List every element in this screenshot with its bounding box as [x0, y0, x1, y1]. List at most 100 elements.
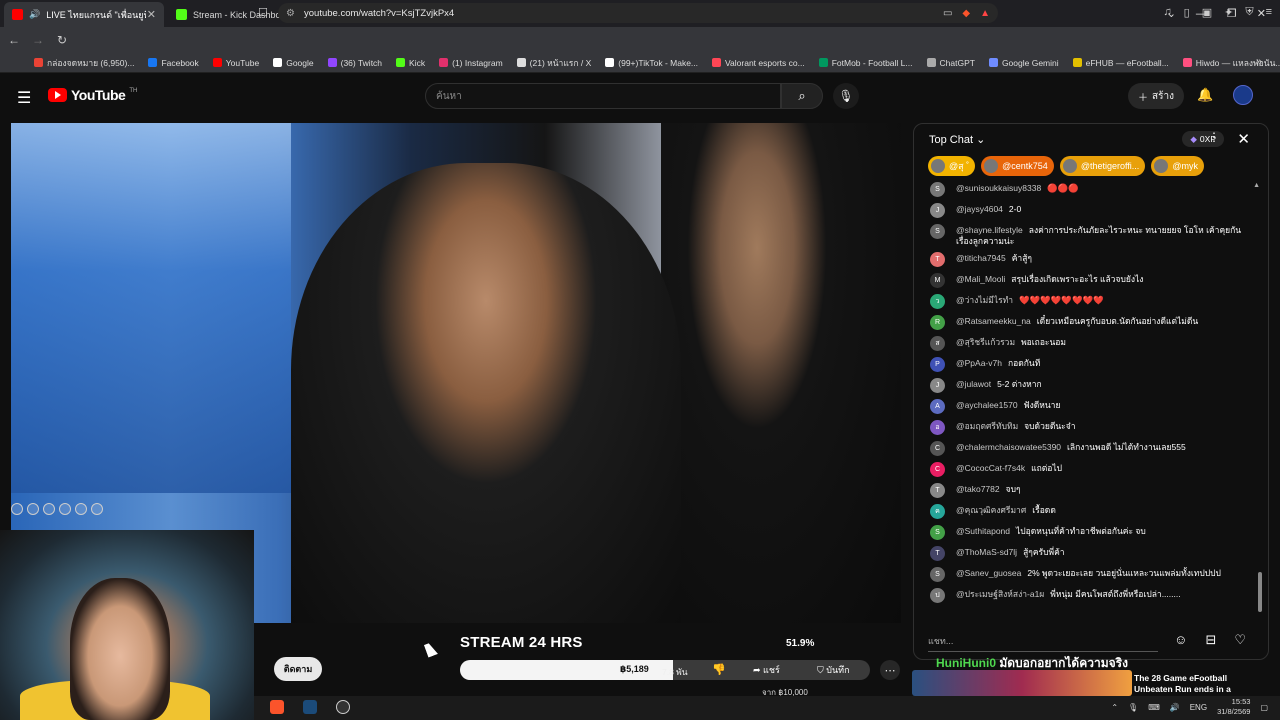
brave-taskbar-icon[interactable]	[270, 700, 284, 714]
recommended-thumbnail[interactable]	[912, 670, 1132, 696]
chat-avatar[interactable]: C	[930, 462, 945, 477]
chat-avatar[interactable]: S	[930, 224, 945, 239]
chat-avatar[interactable]: ป	[930, 588, 945, 603]
voice-search-button[interactable]: 🎙	[833, 83, 859, 109]
chat-avatar[interactable]: S	[930, 525, 945, 540]
chat-avatar[interactable]: T	[930, 546, 945, 561]
chat-avatar[interactable]: ค	[930, 504, 945, 519]
like-count[interactable]: 7.8 พัน	[662, 665, 688, 679]
speaker-icon[interactable]: 🔊	[29, 9, 40, 20]
super-chat-ticker[interactable]: @thetigeroffi...	[1059, 156, 1146, 176]
chat-author[interactable]: @sunisoukkaisuy8338	[956, 183, 1041, 193]
chat-message[interactable]: C @chalermchaisowatee5390 เลิกงานพอดี ไม่ไ…	[914, 439, 1268, 460]
menu-icon[interactable]: ≡	[1266, 6, 1272, 19]
chat-message[interactable]: J @jaysy4604 2-0	[914, 201, 1268, 222]
chat-message[interactable]: อ @อมฤตศรีทับทิม จบด้วยดีนะจ๋า	[914, 418, 1268, 439]
chat-author[interactable]: @อมฤตศรีทับทิม	[956, 421, 1018, 431]
chat-avatar[interactable]: R	[930, 315, 945, 330]
account-avatar[interactable]	[1233, 85, 1253, 105]
chat-message[interactable]: ว @ว่างไม่มีไรทำ ❤️❤️❤️❤️❤️❤️❤️❤️	[914, 292, 1268, 313]
chat-author[interactable]: @Sanev_guosea	[956, 568, 1021, 578]
chat-author[interactable]: @jaysy4604	[956, 204, 1003, 214]
emoji-icon[interactable]: ☺	[1174, 632, 1187, 648]
bookmark-item[interactable]: (21) หน้าแรก / X	[516, 56, 591, 70]
chat-author[interactable]: @PpAa-v7h	[956, 358, 1002, 368]
bookmark-item[interactable]: eFHUB — eFootball...	[1072, 58, 1169, 68]
chat-author[interactable]: @สุริชรีแก้วรวม	[956, 337, 1015, 347]
chat-author[interactable]: @ประเมษฐ์สิงห์สง่า-a1ผ	[956, 589, 1044, 599]
bookmark-item[interactable]: YouTube	[212, 58, 259, 68]
bookmark-item[interactable]: Hiwdo — แหลงพ่อนัน...	[1182, 56, 1280, 70]
chat-message[interactable]: M @Mali_Mooli สรุปเรื่องเกิดเพราะอะไร แล้ว…	[914, 271, 1268, 292]
super-chat-ticker[interactable]: @สุ ˚	[928, 156, 976, 176]
chat-author[interactable]: @aychalee1570	[956, 400, 1018, 410]
chat-avatar[interactable]: S	[930, 182, 945, 197]
chat-input[interactable]: แชท...	[928, 630, 1158, 652]
bookmark-item[interactable]: Google	[273, 58, 314, 68]
bookmark-item[interactable]: (36) Twitch	[327, 58, 382, 68]
browser-tab-youtube[interactable]: 🔊 LIVE ไทยแกรนด์ "เพื่อนยูทิวบ์ร... ✕	[4, 2, 164, 27]
bookmark-item[interactable]: Valorant esports co...	[712, 58, 805, 68]
close-chat-icon[interactable]: ✕	[1237, 130, 1250, 148]
media-icon[interactable]: ♫	[1163, 6, 1171, 19]
bookmark-item[interactable]: (1) Instagram	[439, 58, 503, 68]
notifications-bell-icon[interactable]: 🔔	[1197, 87, 1213, 103]
chat-avatar[interactable]: A	[930, 399, 945, 414]
save-button[interactable]: ⛉ บันทึก	[817, 663, 850, 677]
tray-chevron-icon[interactable]: ⌃	[1111, 703, 1118, 712]
chat-message[interactable]: J @julawot 5-2 ต่างหาก	[914, 376, 1268, 397]
chat-author[interactable]: @titicha7945	[956, 253, 1006, 263]
chat-author[interactable]: @tako7782	[956, 484, 1000, 494]
chat-message[interactable]: P @PpAa-v7h กอดกันที	[914, 355, 1268, 376]
chat-author[interactable]: @ว่างไม่มีไรทำ	[956, 295, 1013, 305]
bookmark-item[interactable]: Facebook	[148, 58, 199, 68]
volume-icon[interactable]: 🔊	[1170, 703, 1180, 712]
bookmarks-overflow-icon[interactable]: »	[1256, 56, 1262, 68]
extensions-icon[interactable]: ✦	[1224, 6, 1233, 19]
search-input[interactable]: ค้นหา	[425, 83, 781, 109]
chat-avatar[interactable]: T	[930, 252, 945, 267]
chat-message[interactable]: S @shayne.lifestyle ลงค่าการประกันภัยละไรว…	[914, 222, 1268, 250]
youtube-logo[interactable]: YouTube TH	[48, 87, 137, 103]
chat-scrollbar[interactable]	[1258, 572, 1262, 612]
chat-author[interactable]: @CococCat-f7s4k	[956, 463, 1025, 473]
mic-tray-icon[interactable]: 🎙	[1128, 703, 1138, 712]
steam-taskbar-icon[interactable]	[303, 700, 317, 714]
chat-avatar[interactable]: P	[930, 357, 945, 372]
hamburger-menu-icon[interactable]: ☰	[17, 88, 31, 108]
language-indicator[interactable]: ENG	[1190, 703, 1207, 712]
chat-author[interactable]: @Suthitapond	[956, 526, 1010, 536]
clock[interactable]: 15:53 31/8/2569	[1217, 697, 1250, 717]
chat-author[interactable]: @คุณวุฒิคงศรีมาศ	[956, 505, 1026, 515]
chat-message[interactable]: S @Suthitapond ไปอุดหนุนที่ค้าทำอาชีพต่อกั…	[914, 523, 1268, 544]
site-info-icon[interactable]: ⚙	[286, 8, 295, 19]
search-button[interactable]: ⌕	[781, 83, 823, 109]
chat-author[interactable]: @ThoMaS-sd7lj	[956, 547, 1017, 557]
wallet-icon[interactable]: ▣	[1202, 6, 1212, 19]
sidebar-icon[interactable]: ▯	[1184, 6, 1190, 19]
chat-avatar[interactable]: อ	[930, 420, 945, 435]
chat-message[interactable]: T @titicha7945 ค้าสู้ๆ	[914, 250, 1268, 271]
chat-avatar[interactable]: ว	[930, 294, 945, 309]
back-icon[interactable]: ←	[4, 33, 24, 47]
recommended-title[interactable]: The 28 Game eFootball Unbeaten Run ends …	[1134, 673, 1264, 695]
chat-message[interactable]: S @Sanev_guosea 2% พูดวะเยอะเลย วนอยู่นั่น…	[914, 565, 1268, 586]
chat-avatar[interactable]: J	[930, 203, 945, 218]
heart-icon[interactable]: ♡	[1234, 632, 1246, 648]
chat-avatar[interactable]: C	[930, 441, 945, 456]
chat-author[interactable]: @chalermchaisowatee5390	[956, 442, 1061, 452]
super-chat-icon[interactable]: ⊟	[1205, 632, 1216, 648]
bookmark-item[interactable]: FotMob - Football L...	[818, 58, 913, 68]
chat-message[interactable]: A @aychalee1570 ฟังดีหนาย	[914, 397, 1268, 418]
url-field[interactable]: ⚙ youtube.com/watch?v=KsjTZvjkPx4 ▭ ◆ ▲	[278, 3, 998, 23]
super-chat-ticker[interactable]: @centk754	[981, 156, 1054, 176]
obs-taskbar-icon[interactable]	[336, 700, 350, 714]
brave-shield-icon[interactable]: ◆	[962, 8, 970, 19]
subscribe-button[interactable]: ติดตาม	[274, 657, 322, 681]
vpn-icon[interactable]: ⛨	[1245, 6, 1253, 19]
bookmark-item[interactable]: Google Gemini	[988, 58, 1059, 68]
bookmark-item[interactable]: Kick	[396, 58, 425, 68]
chat-avatar[interactable]: S	[930, 567, 945, 582]
chat-message[interactable]: C @CococCat-f7s4k แถต่อไป	[914, 460, 1268, 481]
bookmark-item[interactable]: ChatGPT	[926, 58, 975, 68]
